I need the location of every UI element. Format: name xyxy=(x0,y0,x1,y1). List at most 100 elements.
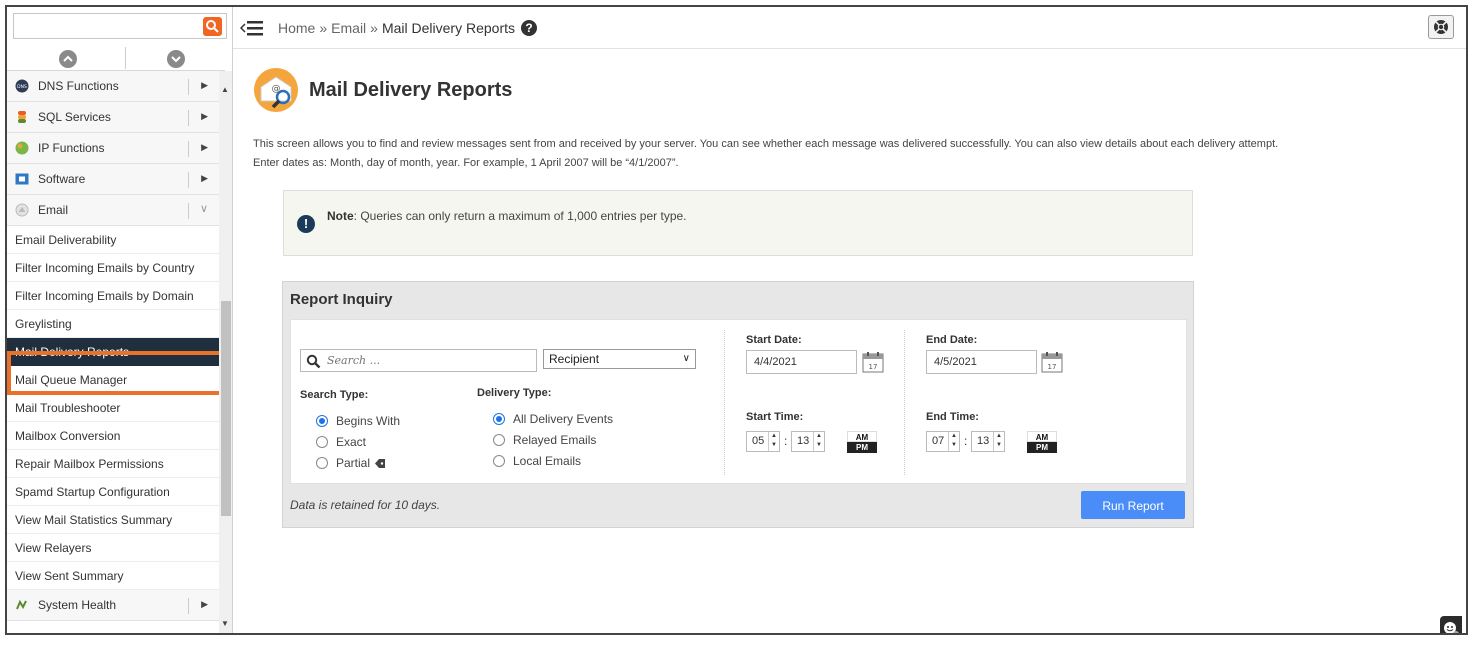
spinner-arrows-icon[interactable]: ▲ ▼ xyxy=(813,432,824,451)
breadcrumb: Home » Email » Mail Delivery Reports ? xyxy=(278,20,538,36)
page-title: Mail Delivery Reports xyxy=(309,78,513,101)
radio-button[interactable] xyxy=(316,457,328,469)
radio-all-delivery-events[interactable]: All Delivery Events xyxy=(493,412,613,426)
scroll-up-arrow-icon[interactable]: ▲ xyxy=(221,85,229,94)
calendar-icon[interactable]: 17 xyxy=(1041,351,1063,373)
sidebar-subitem-view-sent-summary[interactable]: View Sent Summary xyxy=(7,562,219,590)
scroll-down-arrow-icon[interactable]: ▼ xyxy=(221,619,229,628)
radio-button[interactable] xyxy=(316,436,328,448)
expand-arrow-icon[interactable]: ▶ xyxy=(201,599,208,610)
scroll-down-button[interactable] xyxy=(167,50,185,68)
radio-relayed-emails[interactable]: Relayed Emails xyxy=(493,433,596,447)
note-box: ! Note: Queries can only return a maximu… xyxy=(283,190,1193,256)
search-input[interactable] xyxy=(325,352,530,369)
radio-label: Local Emails xyxy=(513,454,582,468)
end-date-input[interactable]: 4/5/2021 xyxy=(926,350,1037,374)
run-report-button[interactable]: Run Report xyxy=(1081,491,1185,519)
divider xyxy=(904,330,905,475)
expand-arrow-icon[interactable]: ▶ xyxy=(201,80,208,91)
breadcrumb-separator: » xyxy=(319,20,328,36)
calendar-icon[interactable]: 17 xyxy=(862,351,884,373)
sidebar-search-input[interactable] xyxy=(13,13,227,39)
dns-icon: DNS xyxy=(15,79,29,93)
breadcrumb-home[interactable]: Home xyxy=(278,20,315,36)
panel-title: Report Inquiry xyxy=(290,291,393,308)
breadcrumb-email[interactable]: Email xyxy=(331,20,366,36)
search-button[interactable] xyxy=(203,17,222,36)
lifebuoy-icon xyxy=(1434,20,1448,34)
spinner-arrows-icon[interactable]: ▲ ▼ xyxy=(768,432,779,451)
email-icon xyxy=(15,203,29,217)
sidebar-subitem-view-mail-statistics-summary[interactable]: View Mail Statistics Summary xyxy=(7,506,219,534)
sidebar-subitem-filter-by-domain[interactable]: Filter Incoming Emails by Domain xyxy=(7,282,219,310)
radio-partial[interactable]: Partial xyxy=(316,456,386,470)
pm-option[interactable]: PM xyxy=(1027,442,1057,453)
sidebar-subitem-spamd-startup-configuration[interactable]: Spamd Startup Configuration xyxy=(7,478,219,506)
sidebar-subitem-email-deliverability[interactable]: Email Deliverability xyxy=(7,226,219,254)
sidebar-subitem-mail-delivery-reports[interactable]: Mail Delivery Reports xyxy=(7,338,219,366)
am-option[interactable]: AM xyxy=(847,431,877,442)
divider xyxy=(125,47,126,69)
expand-arrow-icon[interactable]: ▶ xyxy=(201,142,208,153)
sidebar-subitem-mail-queue-manager[interactable]: Mail Queue Manager xyxy=(7,366,219,394)
svg-text:DNS: DNS xyxy=(17,84,27,90)
sidebar-subitem-view-relayers[interactable]: View Relayers xyxy=(7,534,219,562)
sidebar-item-dns-functions[interactable]: DNS DNS Functions ▶ xyxy=(7,71,219,102)
radio-button[interactable] xyxy=(493,413,505,425)
start-hour-value: 05 xyxy=(752,435,765,447)
end-hour-value: 07 xyxy=(932,435,945,447)
start-ampm-toggle[interactable]: AM PM xyxy=(847,431,877,453)
radio-label: Begins With xyxy=(336,414,401,428)
collapse-arrow-icon[interactable]: ∨ xyxy=(200,202,208,215)
radio-button[interactable] xyxy=(493,455,505,467)
radio-button[interactable] xyxy=(316,415,328,427)
spinner-arrows-icon[interactable]: ▲ ▼ xyxy=(948,432,959,451)
search-field-select[interactable]: Recipient ∨ xyxy=(543,349,696,369)
radio-local-emails[interactable]: Local Emails xyxy=(493,454,581,468)
start-hour-input[interactable]: 05 ▲ ▼ xyxy=(746,431,780,452)
radio-button[interactable] xyxy=(493,434,505,446)
start-minute-input[interactable]: 13 ▲ ▼ xyxy=(791,431,825,452)
sidebar-subitem-repair-mailbox-permissions[interactable]: Repair Mailbox Permissions xyxy=(7,450,219,478)
scroll-up-button[interactable] xyxy=(59,50,77,68)
radio-exact[interactable]: Exact xyxy=(316,435,366,449)
sidebar-scrollbar[interactable]: ▲ ▼ xyxy=(219,71,232,633)
chevron-down-icon xyxy=(171,56,181,63)
calendar-day: 17 xyxy=(869,363,878,371)
pm-option[interactable]: PM xyxy=(847,442,877,453)
sidebar-subitem-mailbox-conversion[interactable]: Mailbox Conversion xyxy=(7,422,219,450)
health-icon xyxy=(16,599,27,610)
help-icon[interactable]: ? xyxy=(521,20,538,36)
expand-arrow-icon[interactable]: ▶ xyxy=(201,173,208,184)
divider xyxy=(188,141,189,157)
radio-begins-with[interactable]: Begins With xyxy=(316,414,400,428)
start-date-input[interactable]: 4/4/2021 xyxy=(746,350,857,374)
delivery-type-label: Delivery Type: xyxy=(477,387,552,399)
menu-collapse-icon[interactable] xyxy=(240,19,264,37)
search-field[interactable] xyxy=(300,349,537,372)
end-minute-input[interactable]: 13 ▲ ▼ xyxy=(971,431,1005,452)
sidebar-item-ip-functions[interactable]: IP Functions ▶ xyxy=(7,133,219,164)
smiley-chat-icon xyxy=(1444,622,1459,633)
sidebar-item-sql-services[interactable]: SQL Services ▶ xyxy=(7,102,219,133)
end-hour-input[interactable]: 07 ▲ ▼ xyxy=(926,431,960,452)
expand-arrow-icon[interactable]: ▶ xyxy=(201,111,208,122)
sidebar-subitem-greylisting[interactable]: Greylisting xyxy=(7,310,219,338)
mail-delivery-reports-icon: @ xyxy=(254,68,298,112)
sidebar-subitem-mail-troubleshooter[interactable]: Mail Troubleshooter xyxy=(7,394,219,422)
am-option[interactable]: AM xyxy=(1027,431,1057,442)
software-icon xyxy=(15,173,29,185)
sidebar-item-software[interactable]: Software ▶ xyxy=(7,164,219,195)
end-ampm-toggle[interactable]: AM PM xyxy=(1027,431,1057,453)
scroll-thumb[interactable] xyxy=(221,301,231,516)
sidebar-item-email[interactable]: Email ∨ xyxy=(7,195,219,226)
chat-widget-button[interactable] xyxy=(1440,616,1462,633)
cpanel-window: DNS DNS Functions ▶ SQL Services ▶ IP Fu… xyxy=(5,5,1468,635)
end-date-label: End Date: xyxy=(926,334,978,346)
sidebar-item-system-health[interactable]: System Health ▶ xyxy=(7,590,219,621)
close-button[interactable] xyxy=(1428,15,1454,39)
spinner-arrows-icon[interactable]: ▲ ▼ xyxy=(993,432,1004,451)
sidebar-subitem-filter-by-country[interactable]: Filter Incoming Emails by Country xyxy=(7,254,219,282)
note-message: : Queries can only return a maximum of 1… xyxy=(353,209,687,223)
radio-label: Partial xyxy=(336,456,371,470)
